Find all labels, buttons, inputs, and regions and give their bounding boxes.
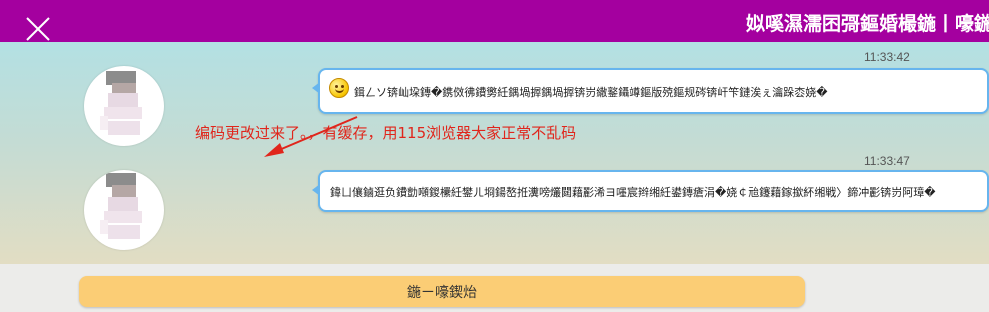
annotation-text: 编码更改过来了。，有缓存，用115浏览器大家正常不乱码 — [195, 124, 577, 142]
reply-button[interactable]: 鍦ㄧ嚎鍥炲 — [79, 276, 805, 307]
chat-window: 姒嗘濕濡囨彁鏂婚樶鍦丨嚎鍦 11:33:42 鍓ㄥソ锛屾垜鏄�鎸傚彿鐨勶紝鍝堝搱… — [0, 0, 989, 312]
